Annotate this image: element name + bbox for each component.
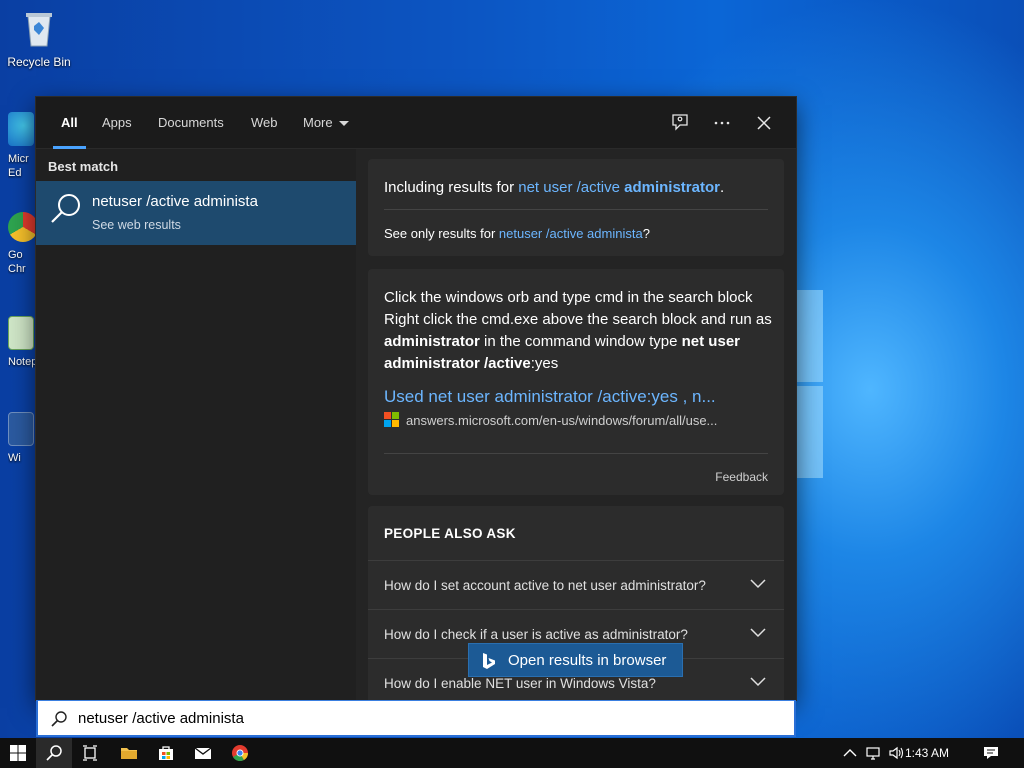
feedback-icon[interactable] <box>668 111 692 135</box>
best-match-title: netuser /active administa <box>92 193 258 210</box>
task-view-icon <box>83 745 97 761</box>
chevron-down-icon <box>750 579 766 589</box>
answer-card: Click the windows orb and type cmd in th… <box>368 269 784 495</box>
notepad-icon <box>8 316 34 350</box>
chevron-down-icon <box>750 677 766 687</box>
preview-pane: Including results for net user /active a… <box>356 149 796 700</box>
desktop-icon-label: Notep <box>8 356 38 368</box>
search-icon <box>46 745 62 761</box>
volume-icon[interactable] <box>888 745 904 761</box>
tab-web[interactable]: Web <box>251 97 278 149</box>
start-button[interactable] <box>0 738 36 768</box>
answer-link-title[interactable]: Used net user administrator /active:yes … <box>384 387 716 407</box>
taskbar-search-button[interactable] <box>36 738 72 768</box>
results-list: Best match netuser /active administa See… <box>36 149 356 700</box>
search-icon <box>51 711 67 727</box>
desktop-icon-chrome[interactable]: Go Chr <box>8 212 38 276</box>
app-icon <box>8 412 34 446</box>
edge-icon <box>8 112 34 146</box>
answer-text: Click the windows orb and type cmd in th… <box>384 289 772 372</box>
chrome-icon <box>8 212 38 242</box>
microsoft-logo-icon <box>384 412 400 428</box>
store-icon <box>159 746 173 760</box>
desktop-icon-label: Micr Ed <box>8 153 29 179</box>
chevron-down-icon <box>338 121 349 127</box>
chrome-icon <box>232 745 249 762</box>
see-only-results-text: See only results for netuser /active adm… <box>384 226 650 241</box>
divider <box>384 453 768 454</box>
desktop-icon-notepad[interactable]: Notep <box>8 316 38 368</box>
search-input[interactable] <box>78 706 778 730</box>
file-explorer-button[interactable] <box>111 738 147 768</box>
desktop-icon-edge[interactable]: Micr Ed <box>8 112 38 180</box>
taskbar: 1:43 AM <box>0 738 1024 768</box>
desktop-icon-label: Recycle Bin <box>7 55 71 69</box>
best-match-heading: Best match <box>48 159 119 174</box>
windows-start-icon <box>10 745 26 761</box>
desktop-icon-label: Wi <box>8 452 21 464</box>
tab-more[interactable]: More <box>303 97 349 149</box>
spelling-card: Including results for net user /active a… <box>368 159 784 256</box>
answer-source[interactable]: answers.microsoft.com/en-us/windows/foru… <box>384 412 717 428</box>
search-tabs-bar: All Apps Documents Web More <box>36 97 796 149</box>
divider <box>384 209 768 210</box>
original-query-link[interactable]: netuser /active administa <box>499 226 643 241</box>
close-icon[interactable] <box>752 111 776 135</box>
search-flyout: All Apps Documents Web More Best match n… <box>36 97 796 700</box>
chrome-taskbar-button[interactable] <box>222 738 258 768</box>
store-button[interactable] <box>148 738 184 768</box>
people-also-ask-heading: PEOPLE ALSO ASK <box>384 526 516 541</box>
tab-all[interactable]: All <box>53 97 86 149</box>
mail-icon <box>194 747 212 759</box>
corrected-query-link[interactable]: net user /active administrator <box>518 179 720 196</box>
tab-apps[interactable]: Apps <box>102 97 132 149</box>
best-match-item[interactable]: netuser /active administa See web result… <box>36 181 356 245</box>
including-results-text: Including results for net user /active a… <box>384 179 725 196</box>
search-box[interactable] <box>36 700 796 737</box>
question-item[interactable]: How do I set account active to net user … <box>368 560 784 609</box>
windows-logo-wallpaper <box>795 290 825 480</box>
notifications-icon[interactable] <box>983 745 999 761</box>
desktop-icon-label: Go Chr <box>8 249 26 275</box>
desktop-icon-recycle-bin[interactable]: Recycle Bin <box>2 8 76 69</box>
best-match-subtitle: See web results <box>92 218 181 232</box>
feedback-link[interactable]: Feedback <box>715 470 768 484</box>
tab-documents[interactable]: Documents <box>158 97 224 149</box>
desktop-icon-win[interactable]: Wi <box>8 412 38 464</box>
chevron-up-icon[interactable] <box>842 745 858 761</box>
more-options-icon[interactable] <box>710 111 734 135</box>
bing-icon <box>483 653 495 669</box>
chevron-down-icon <box>750 628 766 638</box>
search-icon <box>51 194 80 223</box>
recycle-bin-icon <box>26 13 52 47</box>
folder-icon <box>121 748 137 759</box>
task-view-button[interactable] <box>72 738 108 768</box>
network-icon[interactable] <box>865 745 881 761</box>
mail-button[interactable] <box>185 738 221 768</box>
clock[interactable]: 1:43 AM <box>905 746 949 760</box>
open-results-in-browser-button[interactable]: Open results in browser <box>468 643 683 677</box>
